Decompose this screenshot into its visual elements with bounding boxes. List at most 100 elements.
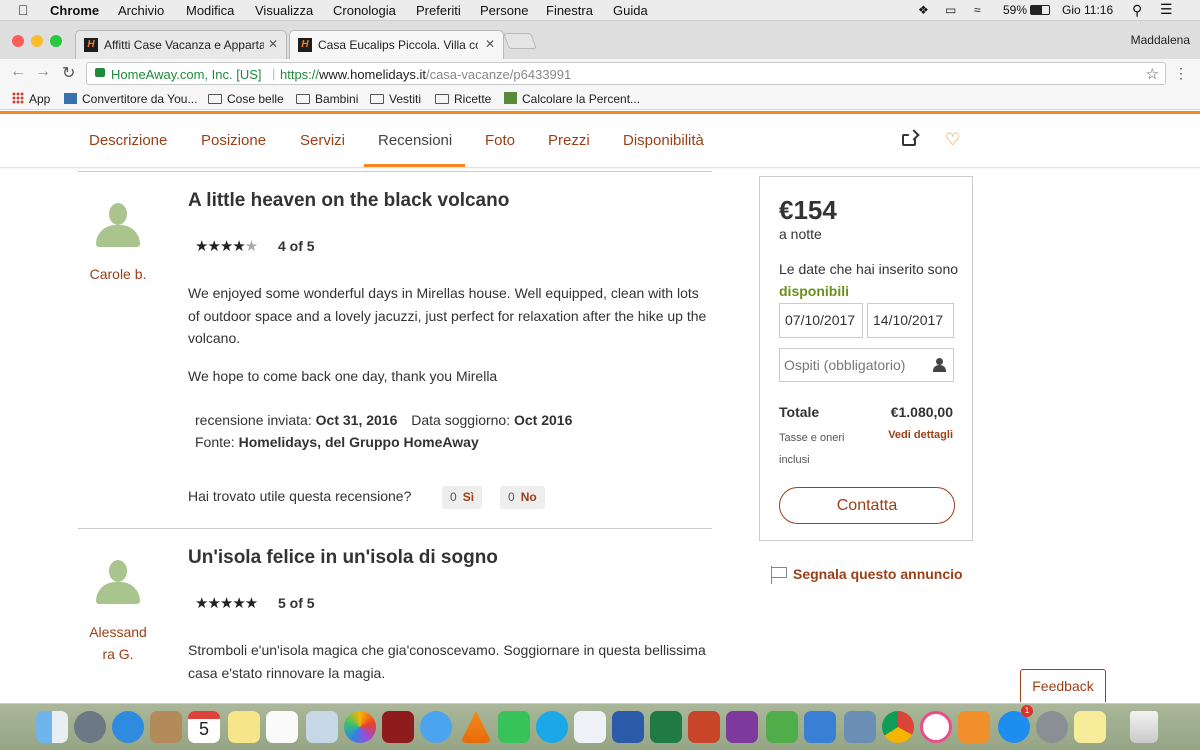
menu-modifica[interactable]: Modifica — [186, 3, 234, 18]
menu-finestra[interactable]: Finestra — [546, 3, 593, 18]
browser-tab-2[interactable]: H Casa Eucalips Piccola. Villa co ✕ — [289, 30, 504, 59]
bookmark-vestiti[interactable]: Vestiti — [370, 92, 421, 106]
powerpoint-icon[interactable] — [688, 711, 720, 743]
ibooks-icon[interactable] — [958, 711, 990, 743]
window-close-icon[interactable] — [12, 35, 24, 47]
back-arrow-icon[interactable]: ← — [10, 63, 26, 81]
bookmark-bambini[interactable]: Bambini — [296, 92, 358, 106]
browser-tab-1[interactable]: H Affitti Case Vacanza e Apparta ✕ — [75, 30, 287, 59]
menu-persone[interactable]: Persone — [480, 3, 528, 18]
folder-icon — [435, 94, 449, 104]
app-store-badge: 1 — [1021, 705, 1033, 717]
bookmark-apps[interactable]: App — [12, 92, 50, 106]
dropbox-icon[interactable]: ❖ — [918, 3, 929, 17]
forward-arrow-icon[interactable]: → — [35, 63, 51, 81]
photo-icon[interactable] — [844, 711, 876, 743]
bookmark-star-icon[interactable]: ☆ — [1146, 65, 1159, 83]
share-icon[interactable] — [902, 134, 916, 146]
onenote-icon[interactable] — [726, 711, 758, 743]
tab-close-icon[interactable]: ✕ — [268, 37, 278, 51]
launchpad-icon[interactable] — [74, 711, 106, 743]
star-rating-icon: ★★★★★ — [195, 238, 258, 255]
price-details-link[interactable]: Vedi dettagli — [888, 429, 953, 441]
excel-icon[interactable] — [650, 711, 682, 743]
vlc-icon[interactable] — [460, 711, 492, 743]
checkin-date-field[interactable]: 07/10/2017 — [779, 303, 863, 338]
bookmark-cose-belle[interactable]: Cose belle — [208, 92, 284, 106]
photos-icon[interactable] — [344, 711, 376, 743]
tab-servizi[interactable]: Servizi — [300, 132, 345, 149]
guests-person-icon — [933, 358, 947, 372]
address-separator: | — [272, 66, 276, 81]
notification-center-icon[interactable]: ☰ — [1160, 1, 1173, 18]
battery-percent[interactable]: 59% — [1003, 3, 1027, 17]
apple-menu-icon[interactable]:  — [18, 2, 29, 18]
tab-foto[interactable]: Foto — [485, 132, 515, 149]
finder-icon[interactable] — [36, 711, 68, 743]
system-preferences-icon[interactable] — [1036, 711, 1068, 743]
profile-name[interactable]: Maddalena — [1131, 33, 1190, 47]
report-listing-link[interactable]: Segnala questo annuncio — [770, 566, 963, 584]
guests-field[interactable]: Ospiti (obbligatorio) — [779, 348, 954, 382]
menu-preferiti[interactable]: Preferiti — [416, 3, 461, 18]
textedit-icon[interactable] — [574, 711, 606, 743]
bookmark-calcolare-percentuale[interactable]: Calcolare la Percent... — [504, 92, 640, 106]
skype-icon[interactable] — [536, 711, 568, 743]
url-text[interactable]: https://www.homelidays.it/casa-vacanze/p… — [280, 67, 571, 82]
tab-posizione[interactable]: Posizione — [201, 132, 266, 149]
bookmark-ricette[interactable]: Ricette — [435, 92, 491, 106]
address-bar[interactable]: HomeAway.com, Inc. [US] | https://www.ho… — [86, 62, 1166, 85]
availability-message: Le date che hai inserito sono disponibil… — [779, 258, 959, 302]
preview-icon[interactable] — [306, 711, 338, 743]
spotlight-search-icon[interactable]: ⚲ — [1132, 2, 1142, 19]
chrome-icon[interactable] — [882, 711, 914, 743]
messages-icon[interactable] — [420, 711, 452, 743]
bookmark-youtube-converter[interactable]: Convertitore da You... — [64, 92, 197, 106]
tab-recensioni[interactable]: Recensioni — [378, 132, 452, 149]
battery-icon[interactable] — [1030, 5, 1050, 15]
favorite-heart-icon[interactable]: ♡ — [945, 130, 960, 150]
reminders-icon[interactable] — [266, 711, 298, 743]
chrome-menu-icon[interactable]: ⋮ — [1174, 65, 1188, 82]
keynote-icon[interactable] — [804, 711, 836, 743]
vote-no-button[interactable]: 0 No — [500, 486, 545, 509]
browser-toolbar: ← → ↻ HomeAway.com, Inc. [US] | https://… — [0, 59, 1200, 88]
tab-prezzi[interactable]: Prezzi — [548, 132, 590, 149]
menu-guida[interactable]: Guida — [613, 3, 648, 18]
tab-disponibilita[interactable]: Disponibilità — [623, 132, 704, 149]
feedback-button[interactable]: Feedback — [1020, 669, 1106, 702]
menu-visualizza[interactable]: Visualizza — [255, 3, 313, 18]
safari-icon[interactable] — [112, 711, 144, 743]
new-tab-button[interactable] — [503, 33, 537, 49]
numbers-icon[interactable] — [766, 711, 798, 743]
photo-booth-icon[interactable] — [382, 711, 414, 743]
checkout-date-field[interactable]: 14/10/2017 — [867, 303, 954, 338]
menu-cronologia[interactable]: Cronologia — [333, 3, 396, 18]
site-identity: HomeAway.com, Inc. [US] — [111, 67, 262, 82]
calendar-icon[interactable]: 5 — [188, 711, 220, 743]
menu-archivio[interactable]: Archivio — [118, 3, 164, 18]
trash-icon[interactable] — [1130, 711, 1158, 743]
vote-count: 0 — [450, 490, 457, 504]
taxes-note: Tasse e oneri inclusi — [779, 432, 845, 466]
notes-icon[interactable] — [228, 711, 260, 743]
word-icon[interactable] — [612, 711, 644, 743]
tab-descrizione[interactable]: Descrizione — [89, 132, 167, 149]
clock[interactable]: Gio 11:16 — [1062, 3, 1113, 17]
browser-tab-title: Casa Eucalips Piccola. Villa co — [318, 38, 478, 52]
contacts-icon[interactable] — [150, 711, 182, 743]
airplay-icon[interactable]: ▭ — [945, 3, 956, 17]
reload-icon[interactable]: ↻ — [62, 63, 75, 83]
review-body-paragraph: We enjoyed some wonderful days in Mirell… — [188, 285, 707, 346]
itunes-icon[interactable] — [920, 711, 952, 743]
facetime-icon[interactable] — [498, 711, 530, 743]
wifi-icon[interactable]: ≈ — [974, 3, 981, 17]
tab-close-icon[interactable]: ✕ — [485, 37, 495, 51]
contact-button[interactable]: Contatta — [779, 487, 955, 524]
vote-yes-button[interactable]: 0 Sì — [442, 486, 483, 509]
stickies-icon[interactable] — [1074, 711, 1106, 743]
menu-app-name[interactable]: Chrome — [50, 3, 99, 18]
window-zoom-icon[interactable] — [50, 35, 62, 47]
window-minimize-icon[interactable] — [31, 35, 43, 47]
listing-section-nav: Descrizione Posizione Servizi Recensioni… — [0, 114, 1200, 168]
